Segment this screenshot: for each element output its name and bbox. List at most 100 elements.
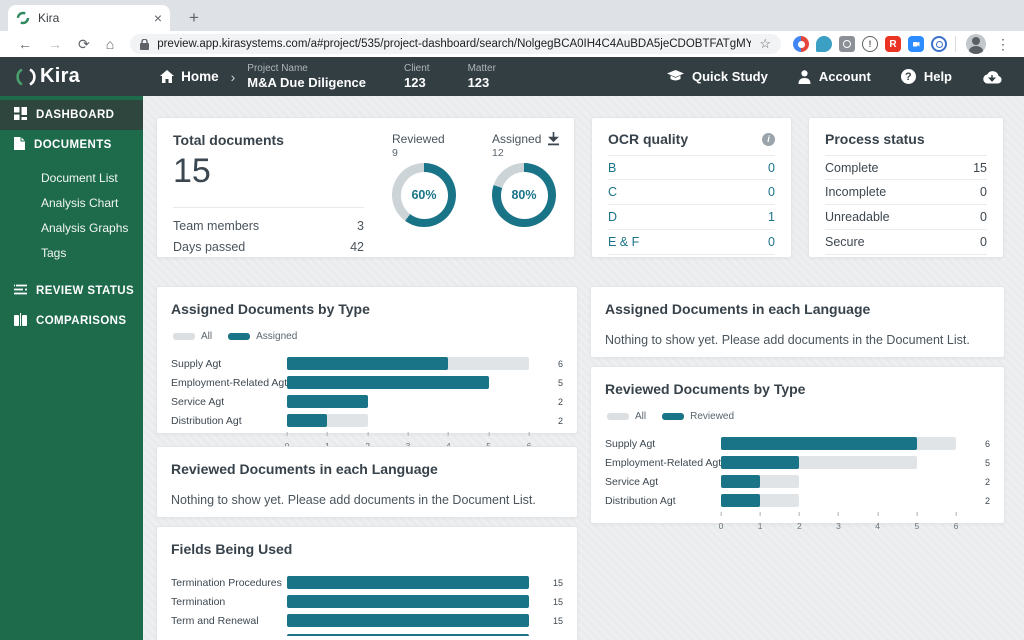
legend-swatch bbox=[662, 413, 685, 420]
comparisons-icon bbox=[14, 313, 27, 329]
bar-category-label: Distribution Agt bbox=[605, 494, 676, 507]
download-icon[interactable] bbox=[547, 132, 560, 151]
extension-video-icon[interactable] bbox=[908, 36, 924, 52]
sidebar-item-analysis-chart[interactable]: Analysis Chart bbox=[0, 191, 143, 216]
tick-mark bbox=[877, 512, 879, 516]
cloud-download-icon[interactable] bbox=[982, 70, 1002, 84]
sidebar-item-dashboard[interactable]: DASHBOARD bbox=[0, 100, 143, 130]
ocr-quality-row-label: B bbox=[608, 160, 617, 175]
documents-icon bbox=[14, 137, 25, 153]
axis-tick: 4 bbox=[875, 512, 880, 534]
browser-menu-icon[interactable]: ⋮ bbox=[996, 36, 1010, 53]
home-button[interactable]: Home bbox=[160, 69, 219, 84]
extension-target-icon[interactable] bbox=[793, 36, 809, 52]
bar-row: Service Agt 2 bbox=[171, 392, 563, 411]
ocr-quality-row[interactable]: E & F 0 bbox=[608, 230, 775, 255]
tick-label: 3 bbox=[836, 521, 841, 531]
ocr-quality-row[interactable]: B0 bbox=[608, 155, 775, 180]
matter-value: 123 bbox=[467, 75, 490, 90]
reviewed-documents-by-language-card: Reviewed Documents in each Language Noth… bbox=[156, 446, 578, 518]
axis-tick: 3 bbox=[836, 512, 841, 534]
tick-label: 6 bbox=[953, 521, 959, 531]
chart-title: Assigned Documents in each Language bbox=[605, 301, 871, 317]
tick-label: 4 bbox=[875, 521, 881, 531]
bar-category-label: Service Agt bbox=[605, 475, 659, 488]
total-documents-card: Total documents 15 Team members 3 Days pas… bbox=[156, 117, 575, 258]
help-button[interactable]: ? Help bbox=[900, 69, 952, 84]
bar-category-label: Supply Agt bbox=[605, 437, 656, 450]
total-documents-label: Total documents bbox=[173, 132, 284, 148]
legend-label: Reviewed bbox=[690, 411, 735, 422]
forward-icon[interactable]: → bbox=[48, 37, 62, 51]
donut-percent: 80% bbox=[500, 171, 548, 219]
sidebar-item-documents[interactable]: DOCUMENTS bbox=[0, 130, 143, 160]
tick-mark bbox=[407, 432, 409, 436]
chart-title: Reviewed Documents by Type bbox=[605, 381, 806, 397]
axis-spacer bbox=[956, 512, 990, 530]
bar-row: Employment-Related Agt 5 bbox=[171, 373, 563, 392]
bar-chart: Supply Agt 6 Employment-Related Agt 5 Servic… bbox=[171, 354, 563, 451]
home-toolbar-icon[interactable]: ⌂ bbox=[106, 37, 114, 51]
info-icon[interactable]: i bbox=[762, 132, 775, 146]
back-icon[interactable]: ← bbox=[18, 37, 32, 51]
bar-row: Termination 15 bbox=[171, 592, 563, 611]
breadcrumb-matter: Matter 123 bbox=[468, 63, 496, 90]
ocr-quality-row-value: 0 bbox=[768, 235, 775, 249]
bar-row: Employment-Related Agt 5 bbox=[605, 453, 990, 472]
client-label: Client bbox=[404, 63, 430, 74]
sidebar-item-review-status[interactable]: REVIEW STATUS bbox=[0, 276, 143, 306]
bar-fill-segment bbox=[287, 595, 529, 608]
tick-label: 1 bbox=[757, 521, 763, 531]
legend-swatch bbox=[228, 333, 251, 340]
profile-avatar[interactable] bbox=[966, 34, 986, 54]
account-label: Account bbox=[818, 69, 871, 84]
tick-mark bbox=[367, 432, 369, 436]
bar-fill-segment bbox=[287, 395, 368, 408]
bar-track bbox=[287, 614, 529, 627]
axis-spacer bbox=[605, 512, 721, 530]
bar-fill-segment bbox=[721, 475, 761, 488]
bar-track bbox=[721, 437, 956, 450]
bar-fill-segment bbox=[287, 634, 529, 636]
ocr-quality-row[interactable]: D1 bbox=[608, 205, 775, 230]
ocr-quality-row[interactable]: C0 bbox=[608, 180, 775, 205]
bar-value-label: 15 bbox=[552, 577, 563, 588]
address-bar[interactable]: preview.app.kirasystems.com/a#project/53… bbox=[130, 34, 781, 54]
bar-category-label: Employment-Related Agt bbox=[171, 376, 287, 389]
sidebar-item-tags[interactable]: Tags bbox=[0, 241, 143, 266]
extension-chat-icon[interactable] bbox=[816, 36, 832, 52]
project-name-label: Project Name bbox=[247, 63, 308, 74]
bar-track bbox=[287, 576, 529, 589]
kira-logo[interactable]: Kira bbox=[14, 65, 80, 89]
legend-label: All bbox=[635, 411, 647, 422]
extension-alert-icon[interactable]: ! bbox=[862, 36, 878, 52]
empty-state-message: Nothing to show yet. Please add document… bbox=[171, 493, 536, 507]
bookmark-star-icon[interactable]: ☆ bbox=[759, 36, 771, 52]
sidebar-item-document-list[interactable]: Document List bbox=[0, 166, 143, 191]
tick-mark bbox=[286, 432, 288, 436]
tick-label: 2 bbox=[796, 521, 802, 531]
extension-r-icon[interactable]: R bbox=[885, 36, 901, 52]
tick-mark bbox=[955, 512, 957, 516]
legend-swatch bbox=[173, 333, 195, 340]
help-label: Help bbox=[923, 69, 952, 84]
quick-study-button[interactable]: Quick Study bbox=[666, 69, 768, 84]
account-button[interactable]: Account bbox=[798, 69, 871, 84]
legend-label: All bbox=[201, 331, 213, 342]
extension-camera-icon[interactable] bbox=[839, 36, 855, 52]
reload-icon[interactable]: ⟳ bbox=[78, 37, 90, 51]
sidebar-item-comparisons[interactable]: COMPARISONS bbox=[0, 306, 143, 336]
bar-category-label: Termination Procedures bbox=[171, 576, 282, 589]
tab-close-icon[interactable]: × bbox=[154, 11, 162, 25]
sidebar-item-label: COMPARISONS bbox=[36, 315, 127, 327]
process-status-row: Complete 15 bbox=[825, 155, 987, 180]
process-status-row-label: Unreadable bbox=[825, 210, 890, 224]
browser-tab[interactable]: Kira × bbox=[8, 5, 170, 31]
extension-spiral-icon[interactable] bbox=[931, 36, 947, 52]
donut-ring: 80% bbox=[492, 163, 556, 227]
bar-fill-segment bbox=[721, 437, 917, 450]
new-tab-icon[interactable]: + bbox=[182, 7, 206, 31]
sidebar-item-analysis-graphs[interactable]: Analysis Graphs bbox=[0, 216, 143, 241]
ocr-quality-row-value: 0 bbox=[768, 160, 775, 175]
tick-mark bbox=[528, 432, 530, 436]
